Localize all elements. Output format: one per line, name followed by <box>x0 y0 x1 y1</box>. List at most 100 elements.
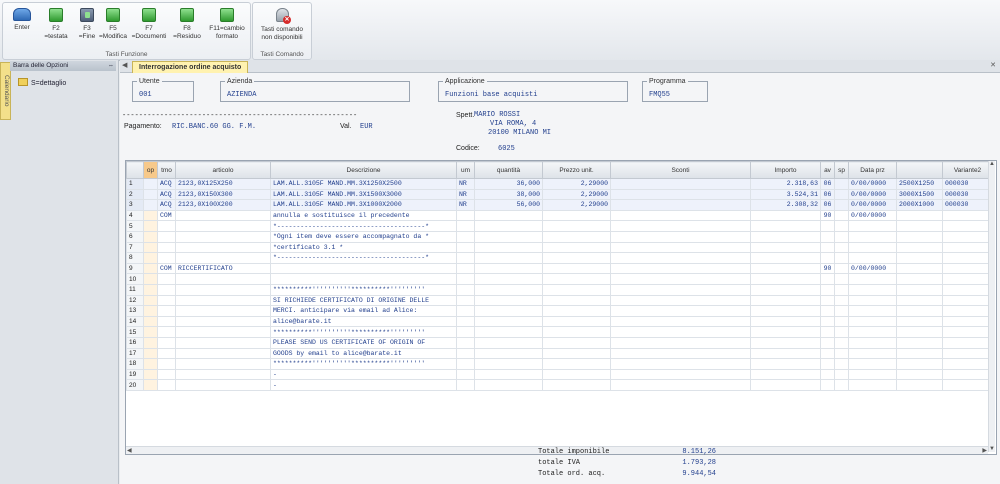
cell-sp[interactable] <box>834 188 849 201</box>
cell-data-prz[interactable] <box>848 273 897 285</box>
column-header-quantita[interactable]: quantità <box>474 161 543 179</box>
cell-variante1[interactable] <box>896 294 943 307</box>
cell-av[interactable] <box>820 230 835 243</box>
cell-articolo[interactable] <box>175 347 271 360</box>
cell-prezzo-unit[interactable] <box>542 347 611 360</box>
cell-descrizione[interactable]: GOODS by email to alice@barate.it <box>270 347 457 360</box>
cell-sconti[interactable] <box>610 347 751 360</box>
cell-variante2[interactable] <box>942 262 993 275</box>
cell-um[interactable] <box>456 230 475 243</box>
table-row[interactable]: 18 **********''''''''''**********''''''''… <box>126 358 993 370</box>
cell-tmo[interactable] <box>157 294 176 307</box>
cell-quantita[interactable] <box>474 283 543 296</box>
cell-sconti[interactable] <box>610 358 751 370</box>
cell-importo[interactable] <box>750 336 821 349</box>
cell-row-number[interactable]: 19 <box>126 368 144 381</box>
cell-row-number[interactable]: 17 <box>126 347 144 360</box>
cell-sconti[interactable] <box>610 368 751 381</box>
cell-op[interactable] <box>143 230 158 243</box>
cell-importo[interactable] <box>750 368 821 381</box>
cell-data-prz[interactable] <box>848 305 897 317</box>
sidebar-item-dettaglio[interactable]: S=dettaglio <box>18 78 114 88</box>
cell-articolo[interactable] <box>175 209 271 222</box>
cell-tmo[interactable] <box>157 230 176 243</box>
cell-data-prz[interactable] <box>848 368 897 381</box>
cell-row-number[interactable]: 1 <box>126 178 144 190</box>
cell-um[interactable] <box>456 283 475 296</box>
cell-descrizione[interactable]: annulla e sostituisce il precedente <box>270 209 457 222</box>
table-row[interactable]: 19 - <box>126 368 993 381</box>
cell-tmo[interactable] <box>157 241 176 254</box>
cell-op[interactable] <box>143 178 158 190</box>
cell-data-prz[interactable] <box>848 336 897 349</box>
table-row[interactable]: 2 ACQ 2123,0X150X300 LAM.ALL.3105F MAND.MM.… <box>126 188 993 201</box>
cell-data-prz[interactable] <box>848 347 897 360</box>
cell-sconti[interactable] <box>610 294 751 307</box>
cell-op[interactable] <box>143 262 158 275</box>
cell-articolo[interactable] <box>175 305 271 317</box>
cell-sp[interactable] <box>834 220 849 232</box>
cell-row-number[interactable]: 3 <box>126 199 144 211</box>
cell-tmo[interactable] <box>157 252 176 264</box>
cell-articolo[interactable]: 2123,0X150X300 <box>175 188 271 201</box>
table-row[interactable]: 10 <box>126 273 993 285</box>
cell-row-number[interactable]: 5 <box>126 220 144 232</box>
cell-av[interactable]: 90 <box>820 262 835 275</box>
cell-data-prz[interactable]: 0/00/0000 <box>848 199 897 211</box>
cell-prezzo-unit[interactable] <box>542 209 611 222</box>
cell-prezzo-unit[interactable] <box>542 283 611 296</box>
cell-articolo[interactable] <box>175 230 271 243</box>
cell-op[interactable] <box>143 188 158 201</box>
cell-articolo[interactable] <box>175 379 271 391</box>
cell-prezzo-unit[interactable] <box>542 241 611 254</box>
cell-row-number[interactable]: 16 <box>126 336 144 349</box>
cell-sp[interactable] <box>834 178 849 190</box>
cell-descrizione[interactable]: - <box>270 368 457 381</box>
cell-op[interactable] <box>143 379 158 391</box>
cell-articolo[interactable]: 2123,0X100X200 <box>175 199 271 211</box>
cell-prezzo-unit[interactable] <box>542 368 611 381</box>
cell-descrizione[interactable]: **********''''''''''**********''''''''' <box>270 358 457 370</box>
cell-prezzo-unit[interactable] <box>542 230 611 243</box>
cell-importo[interactable]: 2.318,63 <box>750 178 821 190</box>
cell-quantita[interactable] <box>474 252 543 264</box>
cell-av[interactable] <box>820 347 835 360</box>
cell-op[interactable] <box>143 283 158 296</box>
cell-descrizione[interactable]: PLEASE SEND US CERTIFICATE OF ORIGIN OF <box>270 336 457 349</box>
cell-variante2[interactable]: 000030 <box>942 178 993 190</box>
cell-row-number[interactable]: 15 <box>126 326 144 338</box>
table-row[interactable]: 14 alice@barate.it <box>126 315 993 328</box>
cell-variante1[interactable] <box>896 273 943 285</box>
cell-importo[interactable] <box>750 315 821 328</box>
cell-importo[interactable] <box>750 358 821 370</box>
cell-tmo[interactable] <box>157 368 176 381</box>
cell-variante2[interactable] <box>942 315 993 328</box>
cell-descrizione[interactable]: LAM.ALL.3105F MAND.MM.3X1500X3000 <box>270 188 457 201</box>
cell-sconti[interactable] <box>610 379 751 391</box>
cell-descrizione[interactable]: **********''''''''''**********''''''''' <box>270 326 457 338</box>
cell-importo[interactable] <box>750 262 821 275</box>
column-header-av[interactable]: av <box>820 161 835 179</box>
cell-op[interactable] <box>143 347 158 360</box>
cell-variante1[interactable] <box>896 230 943 243</box>
cell-variante1[interactable]: 2000X1000 <box>896 199 943 211</box>
cell-variante1[interactable] <box>896 347 943 360</box>
cell-av[interactable] <box>820 273 835 285</box>
cell-tmo[interactable]: ACQ <box>157 178 176 190</box>
column-header-sp[interactable]: sp <box>834 161 849 179</box>
command-keys-unavailable-button[interactable]: ✕ Tasti comando non disponibili <box>254 6 310 46</box>
cell-row-number[interactable]: 14 <box>126 315 144 328</box>
cell-prezzo-unit[interactable]: 2,29000 <box>542 178 611 190</box>
cell-quantita[interactable] <box>474 326 543 338</box>
cell-data-prz[interactable] <box>848 252 897 264</box>
cell-variante2[interactable] <box>942 358 993 370</box>
cell-quantita[interactable] <box>474 315 543 328</box>
cell-sp[interactable] <box>834 305 849 317</box>
cell-quantita[interactable] <box>474 230 543 243</box>
cell-op[interactable] <box>143 220 158 232</box>
cell-variante1[interactable]: 2500X1250 <box>896 178 943 190</box>
table-row[interactable]: 11 **********''''''''''**********''''''''… <box>126 283 993 296</box>
cell-row-number[interactable]: 2 <box>126 188 144 201</box>
table-row[interactable]: 9 COM RICCERTIFICATO 90 0/00/0000 <box>126 262 993 275</box>
cell-op[interactable] <box>143 241 158 254</box>
